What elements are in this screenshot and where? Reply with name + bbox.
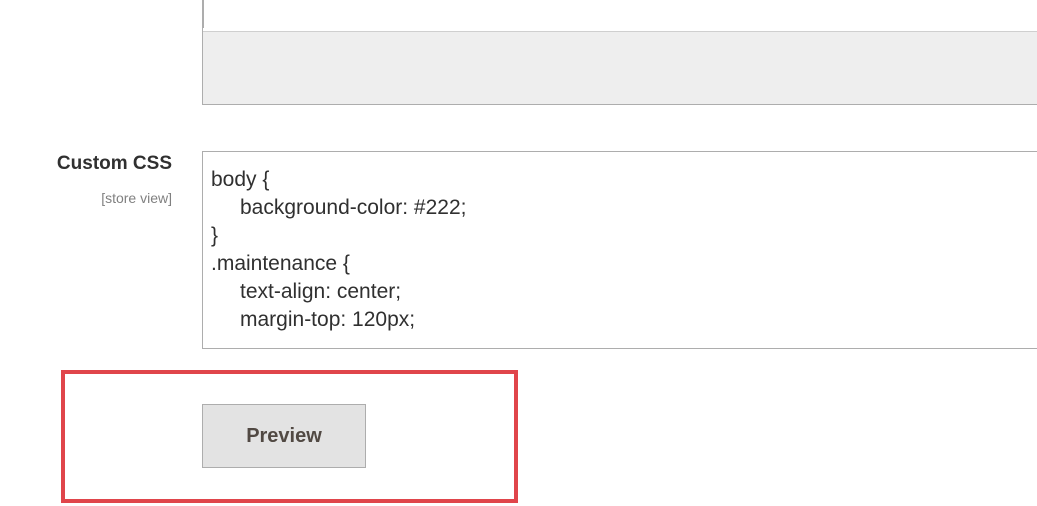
css-code-line: body { <box>211 168 270 191</box>
css-code-line: } <box>211 224 219 247</box>
custom-css-scope-label: [store view] <box>101 190 172 206</box>
admin-config-page: Custom CSS [store view] body { backgroun… <box>0 0 1037 506</box>
css-code-line: margin-top: 120px; <box>240 308 416 331</box>
custom-css-textarea[interactable]: body { background-color: #222; } .mainte… <box>202 151 1037 349</box>
editor-footer-bar <box>203 31 1037 104</box>
previous-field-editor[interactable] <box>202 0 1037 105</box>
css-code-line: background-color: #222; <box>240 196 467 219</box>
custom-css-label: Custom CSS <box>56 153 172 174</box>
preview-button[interactable]: Preview <box>202 404 366 468</box>
css-code-line: .maintenance { <box>211 252 350 275</box>
css-code-line: text-align: center; <box>240 280 402 303</box>
editor-divider <box>203 0 204 28</box>
